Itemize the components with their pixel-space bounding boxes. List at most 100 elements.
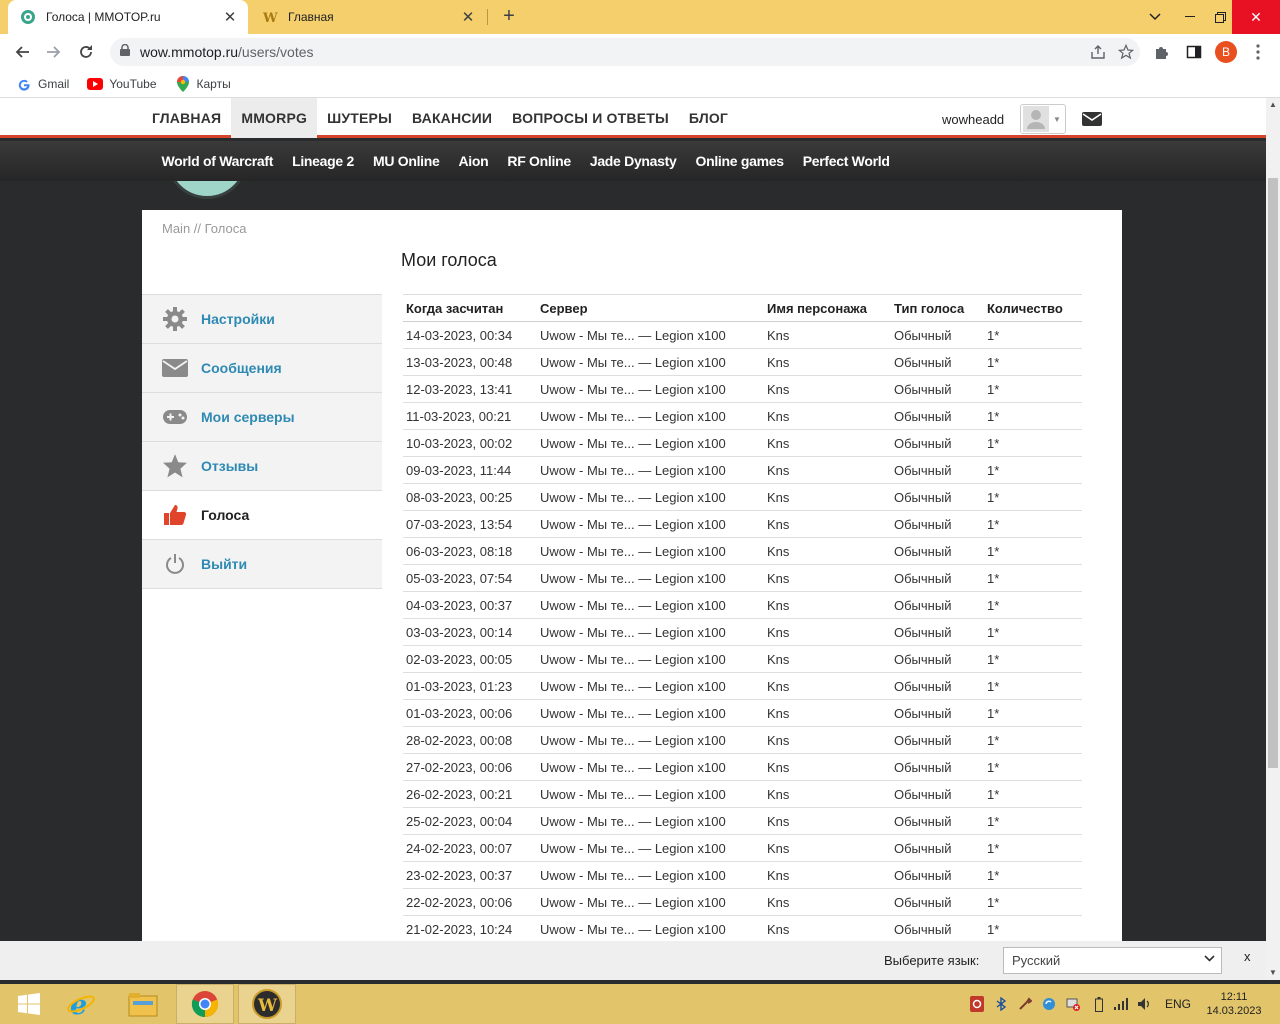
character-cell: Kns: [764, 537, 891, 565]
tab-mmotop-votes[interactable]: Голоса | MMOTOP.ru ✕: [8, 0, 248, 34]
vote-type-cell: Обычный: [891, 618, 984, 646]
file-explorer-icon[interactable]: [114, 984, 172, 1024]
antivirus-tray-icon[interactable]: [966, 984, 988, 1024]
game-link[interactable]: Aion: [449, 141, 498, 181]
sidebar-item-label: Мои серверы: [201, 409, 295, 425]
tab-close-icon[interactable]: ✕: [458, 7, 478, 27]
share-icon[interactable]: [1084, 38, 1112, 66]
game-link[interactable]: Perfect World: [793, 141, 899, 181]
chrome-icon[interactable]: [176, 984, 234, 1024]
side-panel-icon[interactable]: [1180, 38, 1208, 66]
mmotop-favicon-icon: [20, 9, 36, 25]
game-link[interactable]: Online games: [686, 141, 793, 181]
back-arrow-icon[interactable]: [8, 38, 36, 66]
nav-item[interactable]: БЛОГ: [679, 98, 738, 138]
sidebar-item[interactable]: Голоса: [142, 491, 382, 540]
sidebar-item[interactable]: Выйти: [142, 540, 382, 589]
language-bar-close-button[interactable]: x: [1244, 949, 1251, 964]
network-warning-icon[interactable]: [1062, 984, 1084, 1024]
browser-toolbar: wow.mmotop.ru/users/votes B: [0, 34, 1280, 70]
vote-date-cell: 07-03-2023, 13:54: [403, 510, 537, 538]
game-link[interactable]: Lineage 2: [283, 141, 364, 181]
user-avatar-dropdown[interactable]: ▼: [1020, 104, 1066, 134]
nav-item[interactable]: ВОПРОСЫ И ОТВЕТЫ: [502, 98, 679, 138]
scroll-down-arrow-icon[interactable]: ▼: [1266, 966, 1280, 980]
nav-item[interactable]: ШУТЕРЫ: [317, 98, 402, 138]
reload-icon[interactable]: [72, 38, 100, 66]
vote-type-cell: Обычный: [891, 375, 984, 403]
input-language-indicator[interactable]: ENG: [1160, 984, 1196, 1024]
extensions-puzzle-icon[interactable]: [1148, 38, 1176, 66]
vote-date-cell: 01-03-2023, 01:23: [403, 672, 537, 700]
vote-date-cell: 13-03-2023, 00:48: [403, 348, 537, 376]
maps-pin-icon: [175, 75, 191, 92]
lock-icon[interactable]: [120, 43, 130, 61]
server-cell: Uwow - Мы те... — Legion x100: [537, 780, 764, 808]
breadcrumb[interactable]: Main // Голоса: [162, 221, 246, 236]
table-row: 02-03-2023, 00:05 Uwow - Мы те... — Legio…: [403, 645, 1082, 673]
internet-explorer-icon[interactable]: e: [52, 984, 110, 1024]
game-link[interactable]: World of Warcraft: [152, 141, 283, 181]
table-row: 23-02-2023, 00:37 Uwow - Мы те... — Legio…: [403, 861, 1082, 889]
vote-type-cell: Обычный: [891, 807, 984, 835]
address-bar[interactable]: wow.mmotop.ru/users/votes: [110, 38, 1140, 66]
server-cell: Uwow - Мы те... — Legion x100: [537, 456, 764, 484]
new-tab-button[interactable]: +: [498, 6, 520, 28]
bookmark-gmail[interactable]: Gmail: [16, 76, 69, 92]
sidebar-item[interactable]: Мои серверы: [142, 393, 382, 442]
game-link[interactable]: Jade Dynasty: [580, 141, 686, 181]
battery-icon[interactable]: [1088, 984, 1110, 1024]
bookmark-maps[interactable]: Карты: [175, 75, 231, 92]
signal-strength-icon[interactable]: [1110, 984, 1132, 1024]
svg-text:W: W: [257, 996, 278, 1016]
tab-search-chevron-icon[interactable]: [1140, 0, 1170, 34]
bluetooth-icon[interactable]: [990, 984, 1012, 1024]
username[interactable]: wowheadd: [942, 112, 1004, 127]
vote-date-cell: 05-03-2023, 07:54: [403, 564, 537, 592]
sidebar-item[interactable]: Настройки: [142, 295, 382, 344]
quantity-cell: 1*: [984, 834, 1082, 862]
volume-icon[interactable]: [1134, 984, 1156, 1024]
close-window-icon[interactable]: ✕: [1232, 0, 1280, 34]
sidebar-item[interactable]: Отзывы: [142, 442, 382, 491]
browser-menu-icon[interactable]: [1244, 38, 1272, 66]
game-link[interactable]: RF Online: [498, 141, 580, 181]
bookmark-youtube[interactable]: YouTube: [87, 76, 157, 92]
game-link[interactable]: MU Online: [363, 141, 449, 181]
language-select[interactable]: Русский: [1003, 947, 1222, 974]
vote-date-cell: 22-02-2023, 00:06: [403, 888, 537, 916]
forward-arrow-icon[interactable]: [40, 38, 68, 66]
table-row: 22-02-2023, 00:06 Uwow - Мы те... — Legio…: [403, 888, 1082, 916]
tools-tray-icon[interactable]: [1014, 984, 1036, 1024]
minimize-icon[interactable]: [1172, 0, 1208, 34]
scrollbar-thumb[interactable]: [1268, 178, 1278, 768]
sidebar-item-label: Сообщения: [201, 360, 282, 376]
votes-table-body: 14-03-2023, 00:34 Uwow - Мы те... — Legio…: [403, 321, 1082, 943]
character-cell: Kns: [764, 834, 891, 862]
nav-item[interactable]: ВАКАНСИИ: [402, 98, 502, 138]
quantity-cell: 1*: [984, 780, 1082, 808]
site-logo[interactable]: [166, 181, 250, 199]
sync-tray-icon[interactable]: [1038, 984, 1060, 1024]
character-cell: Kns: [764, 483, 891, 511]
profile-avatar[interactable]: B: [1212, 38, 1240, 66]
restore-icon[interactable]: [1208, 0, 1232, 34]
votes-table: Когда засчитан Сервер Имя персонажа Тип …: [403, 294, 1082, 943]
scroll-up-arrow-icon[interactable]: ▲: [1266, 98, 1280, 112]
page-scrollbar[interactable]: ▲ ▼: [1266, 98, 1280, 980]
world-of-warcraft-icon[interactable]: W: [238, 984, 296, 1024]
nav-item[interactable]: ГЛАВНАЯ: [142, 98, 231, 138]
sidebar-item[interactable]: Сообщения: [142, 344, 382, 393]
character-cell: Kns: [764, 645, 891, 673]
main-menu: ГЛАВНАЯ MMORPG ШУТЕРЫ ВАКАНСИИ ВОПРОСЫ И ОТВ…: [142, 98, 738, 138]
tab-main[interactable]: W Главная ✕: [250, 0, 486, 34]
nav-item[interactable]: MMORPG: [231, 98, 318, 138]
vote-type-cell: Обычный: [891, 888, 984, 916]
server-cell: Uwow - Мы те... — Legion x100: [537, 429, 764, 457]
content-panel: Main // Голоса Настройки Сообщения Мои сер…: [142, 210, 1122, 980]
windows-logo-icon[interactable]: [0, 984, 58, 1024]
system-clock[interactable]: 12:11 14.03.2023: [1206, 990, 1262, 1018]
mail-icon[interactable]: [1082, 112, 1102, 131]
tab-close-icon[interactable]: ✕: [220, 7, 240, 27]
bookmark-star-icon[interactable]: [1112, 38, 1140, 66]
